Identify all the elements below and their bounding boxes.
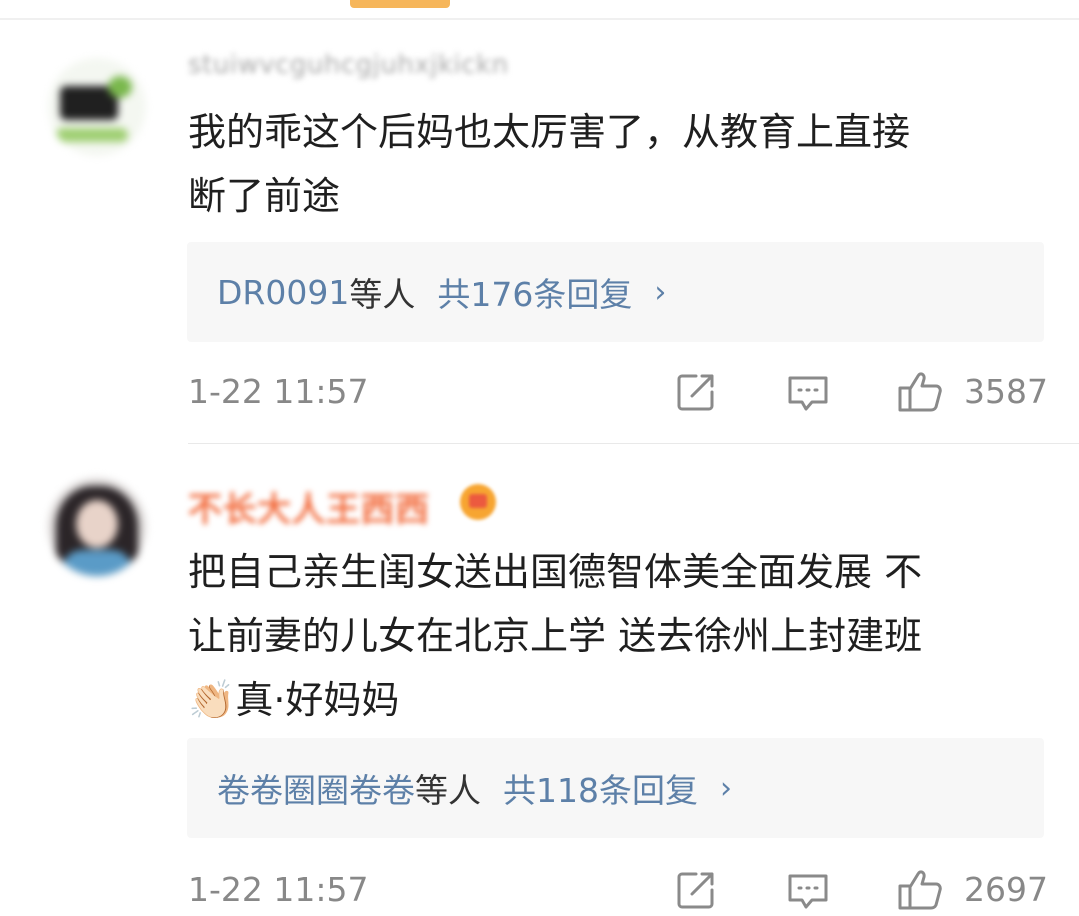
chevron-right-icon: › [720, 770, 732, 806]
reply-count-link[interactable]: 共176条回复 [437, 268, 632, 316]
reply-button[interactable] [784, 866, 832, 914]
reply-button[interactable] [784, 368, 832, 416]
replies-summary-button[interactable]: 卷卷圈圈卷卷 等人 共118条回复 › [187, 738, 1044, 838]
avatar[interactable] [48, 478, 146, 576]
comment-footer: 1-22 11:57 [188, 366, 1048, 422]
avatar-shape [76, 500, 118, 548]
replies-summary-button[interactable]: DR0091 等人 共176条回复 › [187, 242, 1044, 342]
comment-item: stuiwvcguhcgjuhxjkickn 我的乖这个后妈也太厉害了，从教育上… [0, 20, 1079, 444]
reply-etc-label: 等人 [349, 275, 416, 314]
share-button[interactable] [672, 866, 720, 914]
share-button[interactable] [672, 368, 720, 416]
comment-footer: 1-22 11:57 [188, 864, 1048, 916]
like-button[interactable] [896, 368, 944, 416]
like-button[interactable] [896, 866, 944, 914]
comment-text: 我的乖这个后妈也太厉害了，从教育上直接 断了前途 [188, 110, 911, 218]
comment-icon [788, 376, 828, 411]
reply-etc-label: 等人 [415, 771, 481, 810]
avatar[interactable] [48, 58, 146, 156]
share-icon [677, 872, 714, 909]
thumbs-up-icon [898, 372, 942, 412]
like-count: 2697 [964, 870, 1048, 909]
reply-author-link[interactable]: 卷卷圈圈卷卷 [217, 764, 415, 812]
active-tab-indicator [350, 0, 450, 8]
avatar-shape [108, 76, 132, 98]
avatar-shape [56, 128, 128, 142]
like-count: 3587 [964, 372, 1048, 411]
username[interactable]: 不长大人王西西 [188, 482, 430, 531]
comment-list-screen: stuiwvcguhcgjuhxjkickn 我的乖这个后妈也太厉害了，从教育上… [0, 0, 1079, 916]
comment-text: 把自己亲生闺女送出国德智体美全面发展 不 让前妻的儿女在北京上学 送去徐州上封建… [188, 550, 923, 722]
reply-count-link[interactable]: 共118条回复 [503, 764, 698, 812]
thumbs-up-icon [898, 870, 942, 910]
comment-timestamp: 1-22 11:57 [188, 372, 369, 411]
username[interactable]: stuiwvcguhcgjuhxjkickn [188, 50, 509, 80]
comment-item: 不长大人王西西 把自己亲生闺女送出国德智体美全面发展 不 让前妻的儿女在北京上学… [0, 444, 1079, 916]
avatar-shape [62, 550, 132, 576]
share-icon [677, 374, 714, 411]
chevron-right-icon: › [654, 274, 667, 310]
comment-timestamp: 1-22 11:57 [188, 870, 369, 909]
comment-icon [788, 874, 828, 909]
reply-author-link[interactable]: DR0091 [217, 273, 349, 312]
vip-badge-icon [460, 484, 496, 520]
